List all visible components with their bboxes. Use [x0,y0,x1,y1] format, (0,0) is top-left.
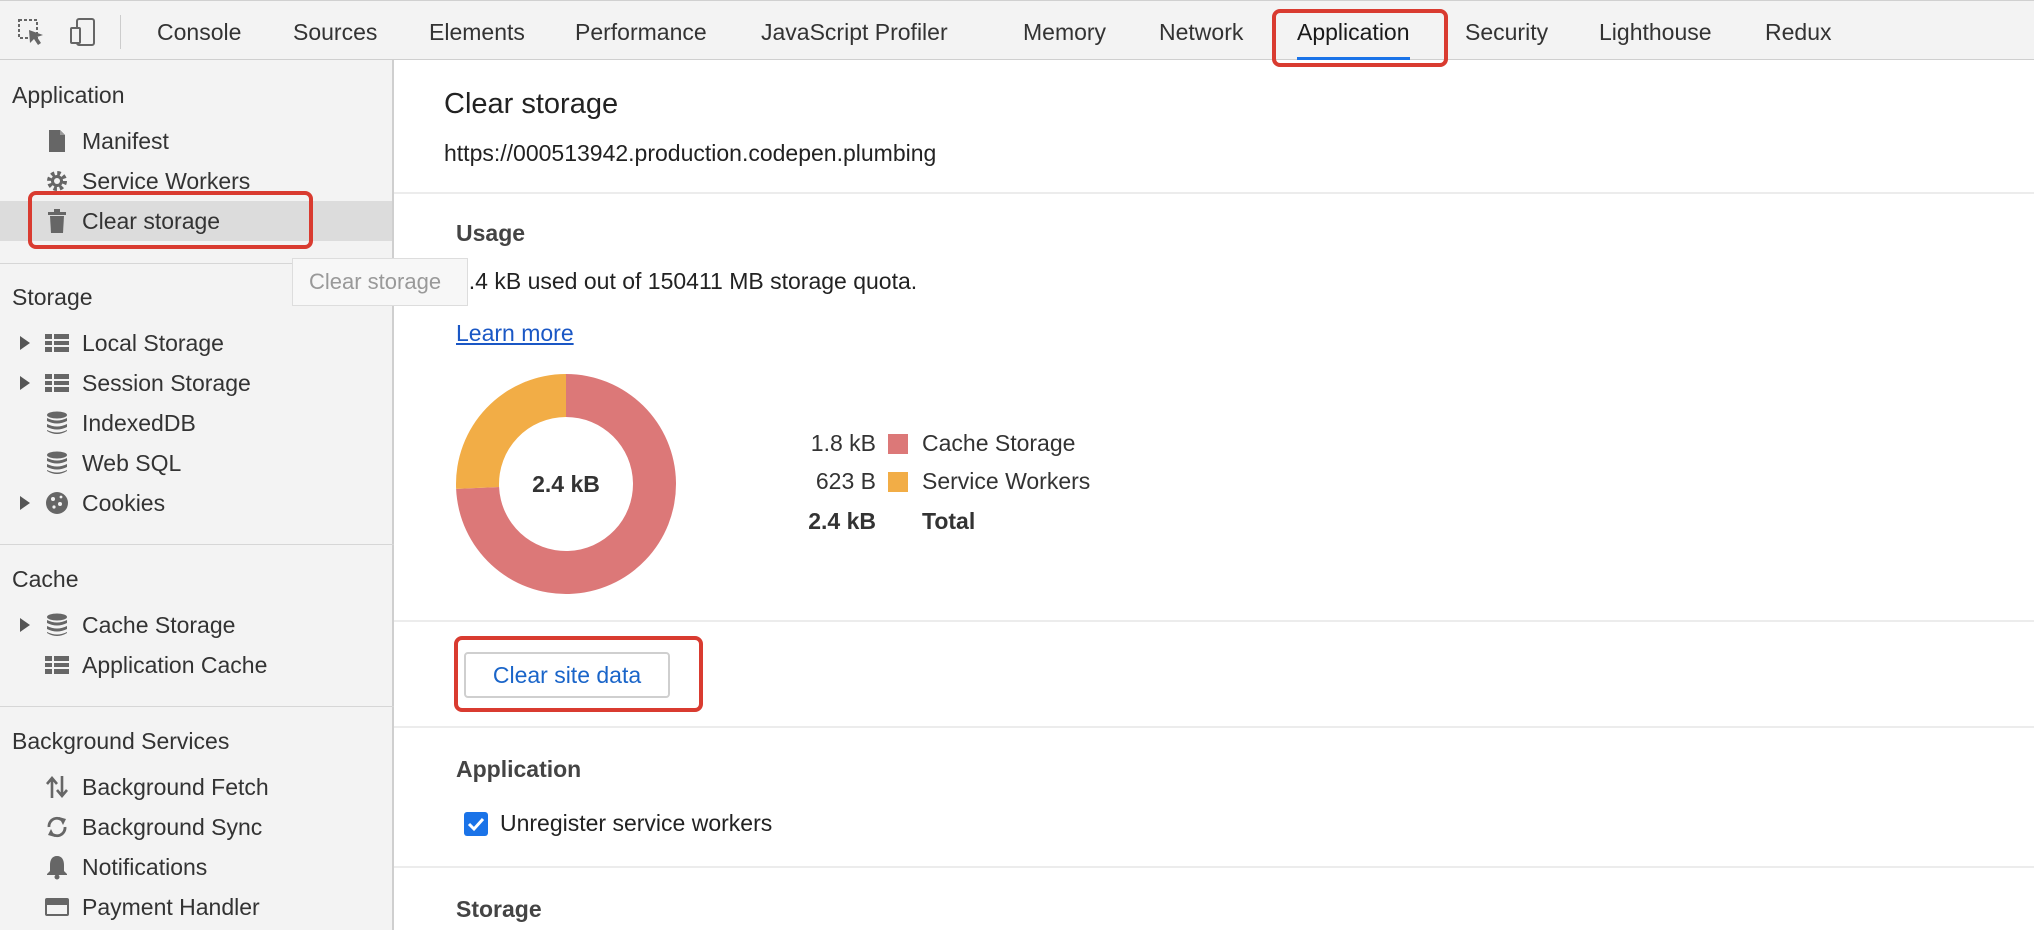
sidebar-item-local-storage[interactable]: Local Storage [0,323,392,363]
sidebar-item-background-sync[interactable]: Background Sync [0,807,392,847]
tab-network[interactable]: Network [1159,1,1243,61]
toolbar-divider [120,15,121,49]
storage-heading: Storage [456,896,542,922]
origin-url: https://000513942.production.codepen.plu… [444,140,937,166]
sidebar-item-notifications[interactable]: Notifications [0,847,392,887]
grid-icon [44,370,70,396]
highlight-box-clear-storage [28,191,313,249]
sidebar-item-label: Payment Handler [82,894,260,920]
tab-redux[interactable]: Redux [1765,1,1831,61]
sidebar-item-label: IndexedDB [82,410,196,436]
sidebar-item-label: Local Storage [82,330,224,356]
sidebar-item-background-fetch[interactable]: Background Fetch [0,767,392,807]
grid-icon [44,330,70,356]
highlight-box-application-tab [1272,9,1448,67]
sidebar-item-label: Background Sync [82,814,263,840]
sidebar-item-label: Web SQL [82,450,182,476]
donut-center-label: 2.4 kB [532,471,600,497]
sidebar-divider [0,706,394,707]
tab-sources[interactable]: Sources [293,1,377,61]
sidebar-section-storage: Storage [12,284,93,310]
database-icon [44,450,70,476]
legend-value-total: 2.4 kB [808,508,876,534]
sidebar-item-label: Manifest [82,128,169,154]
bell-icon [44,854,70,880]
sidebar-tooltip: Clear storage [292,258,468,306]
sidebar-item-label: Session Storage [82,370,251,396]
document-icon [44,128,70,154]
unregister-service-workers-checkbox[interactable] [464,812,488,836]
sidebar-divider [0,544,394,545]
sidebar-item-indexeddb[interactable]: IndexedDB [0,403,392,443]
sidebar-item-label: Notifications [82,854,208,880]
page-title: Clear storage [444,88,619,120]
legend-label-cache-storage: Cache Storage [922,430,1076,456]
devtools-toolbar: Console Sources Elements Performance Jav… [0,0,2034,61]
application-heading: Application [456,756,582,782]
legend-value-service-workers: 623 B [815,468,876,494]
expand-arrow-icon[interactable] [20,336,30,350]
usage-donut-chart: 2.4 kB [456,374,676,594]
database-icon [44,410,70,436]
tab-security[interactable]: Security [1465,1,1548,61]
tab-lighthouse[interactable]: Lighthouse [1599,1,1712,61]
tab-memory[interactable]: Memory [1023,1,1106,61]
sidebar-item-application-cache[interactable]: Application Cache [0,645,392,685]
expand-arrow-icon[interactable] [20,496,30,510]
usage-summary: 2.4 kB used out of 150411 MB storage quo… [456,268,918,294]
sidebar-item-label: Cookies [82,490,166,516]
tab-performance[interactable]: Performance [575,1,707,61]
tab-elements[interactable]: Elements [429,1,525,61]
card-icon [44,894,70,920]
cookie-icon [44,490,70,516]
section-divider [394,866,2034,868]
sidebar-item-cookies[interactable]: Cookies [0,483,392,523]
grid-icon [44,652,70,678]
database-icon [44,612,70,638]
sidebar-item-session-storage[interactable]: Session Storage [0,363,392,403]
sidebar-item-payment-handler[interactable]: Payment Handler [0,887,392,927]
legend-label-service-workers: Service Workers [922,468,1091,494]
sidebar-item-label: Application Cache [82,652,268,678]
expand-arrow-icon[interactable] [20,618,30,632]
legend-swatch-service-workers [888,472,908,492]
section-divider [394,192,2034,194]
inspect-element-icon[interactable] [16,17,46,47]
section-divider [394,620,2034,622]
tab-console[interactable]: Console [157,1,241,61]
sidebar-item-label: Background Fetch [82,774,269,800]
sidebar-item-label: Cache Storage [82,612,236,638]
checkmark-icon [467,817,485,832]
sidebar-section-background-services: Background Services [12,728,230,754]
sidebar-item-manifest[interactable]: Manifest [0,121,392,161]
legend-swatch-cache-storage [888,434,908,454]
sidebar-item-cache-storage[interactable]: Cache Storage [0,605,392,645]
sidebar-item-web-sql[interactable]: Web SQL [0,443,392,483]
sync-icon [44,814,70,840]
clear-storage-pane: Clear storage https://000513942.producti… [394,60,2034,930]
expand-arrow-icon[interactable] [20,376,30,390]
unregister-service-workers-label[interactable]: Unregister service workers [500,810,772,837]
legend-label-total: Total [922,508,976,534]
device-toolbar-icon[interactable] [68,17,98,47]
sidebar-section-cache: Cache [12,566,79,592]
sidebar-section-application: Application [12,82,125,108]
usage-heading: Usage [456,220,526,246]
arrows-updown-icon [44,774,70,800]
learn-more-link[interactable]: Learn more [456,320,574,347]
section-divider [394,726,2034,728]
legend-value-cache-storage: 1.8 kB [810,430,876,456]
tab-javascript-profiler[interactable]: JavaScript Profiler [761,1,948,61]
highlight-box-clear-site-data [454,636,703,712]
